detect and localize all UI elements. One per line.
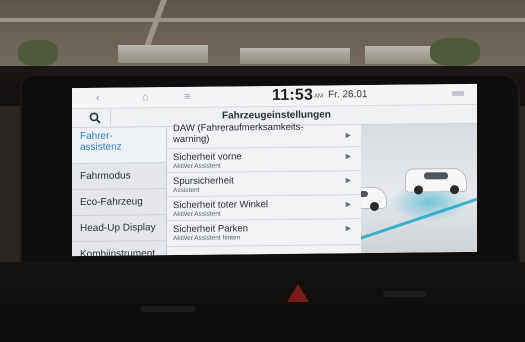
sidebar-item-head-up-display[interactable]: Head-Up Display [72,215,166,243]
settings-list: DAW (Fahreraufmerksamkeits- warning) ▶ S… [167,121,361,256]
menu-icon[interactable]: ≡ [184,90,190,104]
center-console [0,262,525,342]
search-button[interactable] [80,109,111,126]
chevron-right-icon: ▶ [345,201,351,209]
setting-title-cont: warning) [173,133,210,146]
back-icon[interactable]: ‹ [96,91,100,105]
sidebar-item-fahrmodus[interactable]: Fahrmodus [72,163,166,191]
search-icon [89,112,101,124]
car-icon-main [405,167,467,195]
chevron-right-icon: ▶ [345,132,351,140]
setting-subtitle: Aktiver Assistent [173,210,221,219]
sidebar-item-kombiinstrument[interactable]: Kombiinstrument [72,241,166,257]
sidebar-item-eco-fahrzeug[interactable]: Eco-Fahrzeug [72,189,166,217]
status-indicator-icon [452,91,464,97]
chevron-right-icon: ▶ [345,225,351,233]
home-icon[interactable]: ⌂ [142,90,149,104]
vent-left [140,306,196,312]
clock-time: 11:53 [272,86,314,105]
page-title: Fahrzeugeinstellungen [222,109,331,122]
setting-row-spursicherheit[interactable]: Spursicherheit Assistent ▶ [167,171,361,198]
clock-ampm: AM [314,93,323,100]
setting-subtitle: Aktiver Assistent hinten [173,234,241,243]
setting-row-sicherheit-vorne[interactable]: Sicherheit vorne Aktiver Assistent ▶ [167,147,361,174]
chevron-right-icon: ▶ [345,153,351,161]
hazard-button[interactable] [287,284,309,302]
setting-row-toter-winkel[interactable]: Sicherheit toter Winkel Aktiver Assisten… [167,195,361,222]
setting-subtitle: Aktiver Assistent [173,162,221,171]
car-illustration [361,123,477,254]
vent-right [383,291,427,297]
sidebar-item-fahrerassistenz[interactable]: Fahrer- assistenz [72,127,166,165]
infotainment-screen: ‹ ⌂ ≡ 11:53 AM Fr. 26.01 Fahrzeugeinstel… [72,83,477,257]
date-label: Fr. 26.01 [328,89,368,101]
chevron-right-icon: ▶ [345,177,351,185]
setting-row-daw[interactable]: DAW (Fahreraufmerksamkeits- warning) ▶ [167,121,361,150]
setting-row-parken[interactable]: Sicherheit Parken Aktiver Assistent hint… [167,219,361,248]
car-icon-secondary [361,186,387,211]
settings-sidebar: Fahrer- assistenz Fahrmodus Eco-Fahrzeug… [72,127,167,257]
